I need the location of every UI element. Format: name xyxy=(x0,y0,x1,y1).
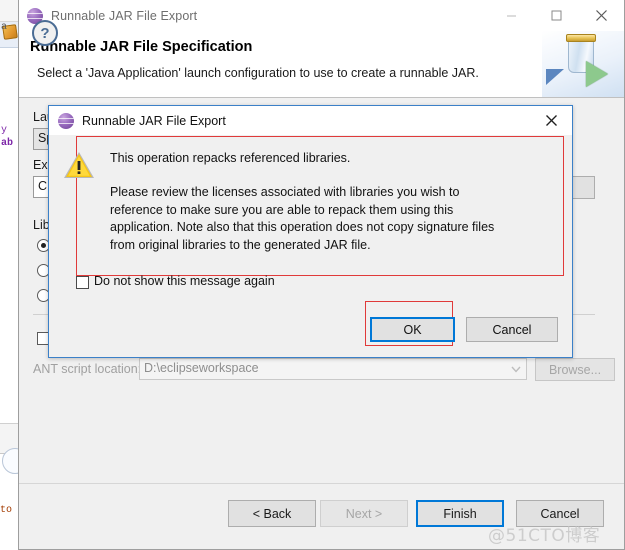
close-icon[interactable] xyxy=(579,0,624,31)
ant-script-location-input[interactable]: D:\eclipseworkspace xyxy=(139,358,527,380)
help-question-icon[interactable]: ? xyxy=(32,20,58,46)
wizard-cancel-button[interactable]: Cancel xyxy=(516,500,604,527)
finish-button[interactable]: Finish xyxy=(416,500,504,527)
ant-browse-button[interactable]: Browse... xyxy=(535,358,615,381)
page-title: Runnable JAR File Specification xyxy=(30,39,253,55)
do-not-show-again-checkbox[interactable] xyxy=(76,276,89,289)
minimize-icon[interactable] xyxy=(489,0,534,31)
wizard-titlebar[interactable]: Runnable JAR File Export xyxy=(19,0,624,31)
jar-ball-icon xyxy=(58,112,74,129)
ide-code-line-3: ab xyxy=(1,138,14,149)
modal-cancel-button[interactable]: Cancel xyxy=(466,317,558,342)
jar-export-banner-icon xyxy=(542,31,624,97)
do-not-show-again-label: Do not show this message again xyxy=(94,274,275,288)
modal-titlebar[interactable]: Runnable JAR File Export xyxy=(49,106,572,135)
ok-button[interactable]: OK xyxy=(370,317,455,342)
back-button[interactable]: < Back xyxy=(228,500,316,527)
next-button[interactable]: Next > xyxy=(320,500,408,527)
page-description: Select a 'Java Application' launch confi… xyxy=(37,66,479,80)
window-controls xyxy=(489,0,624,31)
wizard-header: Runnable JAR File Specification Select a… xyxy=(19,31,624,98)
modal-close-icon[interactable] xyxy=(530,106,572,135)
ide-console-text: to xyxy=(0,505,13,516)
ide-code-line-1: a xyxy=(1,22,8,33)
ant-script-location-label: ANT script location: xyxy=(33,362,142,376)
modal-title: Runnable JAR File Export xyxy=(82,113,226,128)
message-line-2: Please review the licenses associated wi… xyxy=(110,185,495,252)
ide-code-line-2: y xyxy=(1,125,8,136)
message-line-1: This operation repacks referenced librar… xyxy=(110,151,351,165)
maximize-icon[interactable] xyxy=(534,0,579,31)
warning-triangle-icon xyxy=(63,150,95,180)
wizard-title: Runnable JAR File Export xyxy=(51,8,198,23)
ant-chevron-down-icon[interactable] xyxy=(507,359,524,379)
